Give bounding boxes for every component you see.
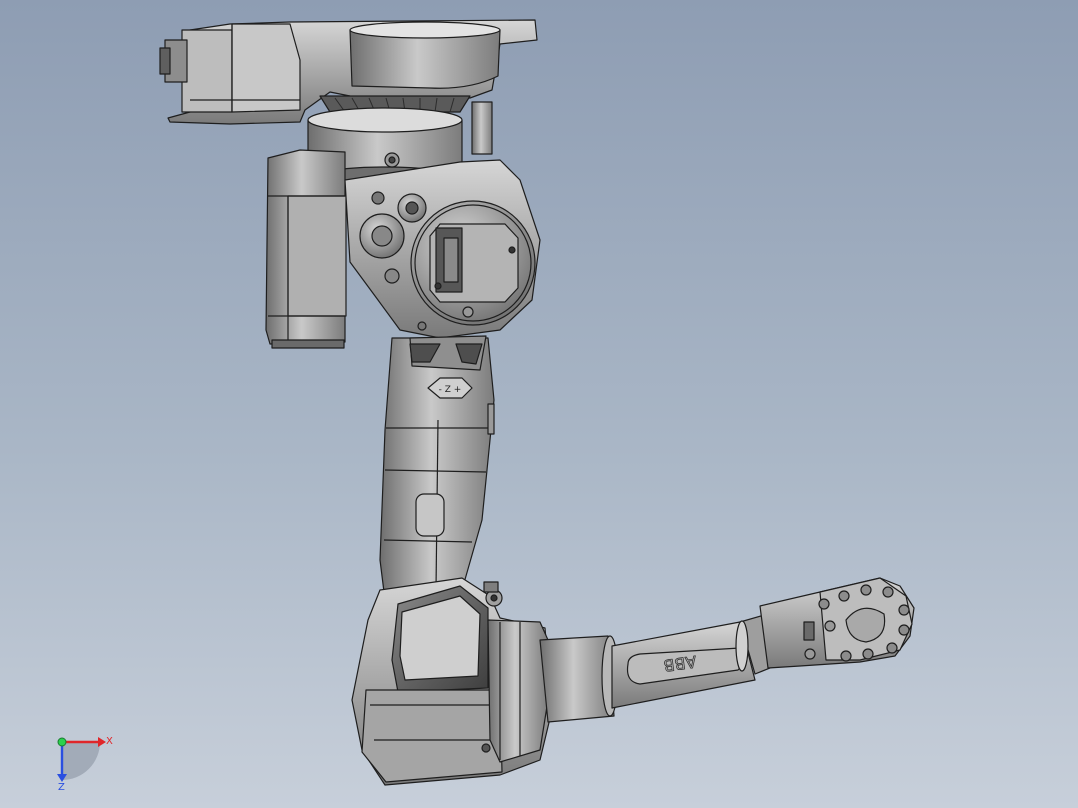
joint-engraving: - Z + bbox=[439, 385, 462, 395]
y-axis-icon bbox=[57, 737, 67, 747]
upper-arm[interactable]: - Z + bbox=[379, 335, 495, 601]
forearm[interactable]: ABB bbox=[539, 613, 781, 723]
robot-arm-model[interactable]: - Z + ABB bbox=[0, 0, 1078, 808]
axis2-motor[interactable] bbox=[265, 149, 347, 349]
elbow-housing[interactable] bbox=[351, 577, 553, 786]
orientation-triad[interactable]: X Z bbox=[40, 722, 130, 802]
wrist-unit[interactable] bbox=[759, 577, 915, 669]
cad-viewport[interactable]: - Z + ABB X Z bbox=[0, 0, 1078, 808]
x-axis-label: X bbox=[106, 736, 113, 747]
shoulder-housing[interactable] bbox=[344, 159, 541, 339]
z-axis-label: Z bbox=[58, 782, 65, 793]
